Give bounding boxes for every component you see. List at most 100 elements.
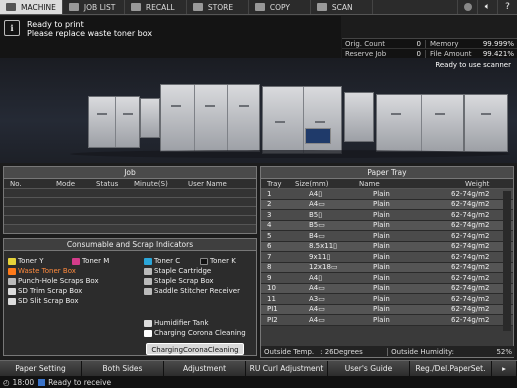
charging-corona-cleaning-button[interactable]: ChargingCoronaCleaning — [146, 343, 244, 355]
tray-row[interactable]: 8 12x18▭ Plain 62-74g/m2 — [261, 262, 513, 273]
tray-row[interactable]: PI1 A4▭ Plain 62-74g/m2 — [261, 304, 513, 315]
paper-tray-panel: Paper Tray Tray Size(mm) Name Weight 1 A4… — [260, 166, 515, 358]
unit-engine — [160, 84, 260, 152]
tray-size: 9x11▯ — [309, 252, 331, 261]
tray-row[interactable]: 6 8.5x11▯ Plain 62-74g/m2 — [261, 241, 513, 252]
reserve-job-label: Reserve Job — [345, 49, 387, 58]
tray-size: 8.5x11▯ — [309, 242, 338, 251]
tray-paper-name: Plain — [373, 242, 390, 251]
punch-icon — [8, 277, 16, 285]
tray-scrollbar[interactable] — [503, 191, 511, 331]
tab-copy[interactable]: COPY — [249, 0, 311, 14]
tray-weight: 62-74g/m2 — [451, 284, 490, 293]
job-table-header: No. Mode Status Minute(S) User Name — [4, 179, 256, 189]
outside-humidity-label: Outside Humidity: — [387, 347, 457, 356]
tab-store[interactable]: STORE — [187, 0, 249, 14]
next-page-button[interactable]: ▸ — [492, 361, 517, 376]
scanner-status: Ready to use scanner — [435, 61, 511, 69]
tray-row[interactable]: 5 B4▭ Plain 62-74g/m2 — [261, 231, 513, 242]
speaker-icon: 🔈︎ — [484, 2, 491, 12]
staple-icon — [144, 267, 152, 275]
tray-weight: 62-74g/m2 — [451, 242, 490, 251]
tray-row[interactable]: 2 A4▭ Plain 62-74g/m2 — [261, 199, 513, 210]
top-tab-bar: MACHINE JOB LIST RECALL STORE COPY SCAN … — [0, 0, 517, 15]
tray-number: 8 — [267, 263, 272, 272]
job-col-minute: Minute(S) — [134, 179, 168, 188]
outside-temp-label: Outside Temp. — [264, 347, 315, 356]
job-row[interactable] — [4, 216, 256, 225]
toner-m: Toner M — [72, 257, 109, 265]
outside-temp-value: : 26Degrees — [320, 347, 363, 356]
machine-icon — [6, 3, 16, 11]
tray-weight: 62-74g/m2 — [451, 263, 490, 272]
machine-illustration[interactable] — [0, 58, 517, 163]
tray-row[interactable]: 9 A4▯ Plain 62-74g/m2 — [261, 273, 513, 284]
saddle-stitcher-receiver: Saddle Stitcher Receiver — [144, 287, 240, 295]
consumables-title: Consumable and Scrap Indicators — [4, 239, 256, 251]
tray-row[interactable]: 11 A3▭ Plain 62-74g/m2 — [261, 294, 513, 305]
tray-row[interactable]: 10 A4▭ Plain 62-74g/m2 — [261, 283, 513, 294]
tab-scan[interactable]: SCAN — [311, 0, 373, 14]
tray-row[interactable]: 7 9x11▯ Plain 62-74g/m2 — [261, 252, 513, 263]
humidifier-tank: Humidifier Tank — [144, 319, 209, 327]
status-text: Ready to receive — [48, 377, 112, 387]
tray-weight: 62-74g/m2 — [451, 305, 490, 314]
adjustment-button[interactable]: Adjustment — [164, 361, 246, 376]
toner-k: Toner K — [200, 257, 236, 265]
job-row[interactable] — [4, 207, 256, 216]
tray-weight: 62-74g/m2 — [451, 315, 490, 324]
corona-icon — [144, 329, 152, 337]
tray-paper-name: Plain — [373, 315, 390, 324]
tray-paper-name: Plain — [373, 221, 390, 230]
users-guide-button[interactable]: User's Guide — [328, 361, 410, 376]
tray-number: 7 — [267, 252, 272, 261]
charging-corona-cleaning: Charging Corona Cleaning — [144, 329, 246, 337]
staple-cartridge: Staple Cartridge — [144, 267, 211, 275]
tab-recall[interactable]: RECALL — [125, 0, 187, 14]
tray-paper-name: Plain — [373, 231, 390, 240]
tray-size: A3▭ — [309, 294, 325, 303]
tray-number: 3 — [267, 210, 272, 219]
bottom-button-bar: Paper Setting Both Sides Adjustment RU C… — [0, 360, 517, 376]
file-amount-value: 99.421% — [482, 49, 514, 58]
tray-number: PI2 — [267, 315, 278, 324]
power-save-button[interactable] — [457, 0, 477, 14]
tray-size: B5▭ — [309, 221, 325, 230]
job-row[interactable] — [4, 198, 256, 207]
reg-del-paperset-button[interactable]: Reg./Del.PaperSet. — [410, 361, 492, 376]
tray-size: A4▭ — [309, 305, 325, 314]
job-col-status: Status — [96, 179, 119, 188]
tray-number: PI1 — [267, 305, 278, 314]
tray-number: 2 — [267, 200, 272, 209]
tray-row[interactable]: 4 B5▭ Plain 62-74g/m2 — [261, 220, 513, 231]
tray-size: A4▯ — [309, 273, 323, 282]
job-row[interactable] — [4, 189, 256, 198]
volume-button[interactable]: 🔈︎ — [477, 0, 497, 14]
tray-row[interactable]: 3 B5▯ Plain 62-74g/m2 — [261, 210, 513, 221]
tray-weight: 62-74g/m2 — [451, 294, 490, 303]
status-time: 18:00 — [12, 377, 35, 387]
tray-row[interactable]: PI2 A4▭ Plain 62-74g/m2 — [261, 315, 513, 326]
tray-size: B5▯ — [309, 210, 323, 219]
tray-row[interactable]: 1 A4▯ Plain 62-74g/m2 — [261, 189, 513, 200]
store-icon — [192, 3, 203, 11]
tab-job-list[interactable]: JOB LIST — [63, 0, 125, 14]
both-sides-button[interactable]: Both Sides — [82, 361, 164, 376]
clock-icon: ◴ — [3, 377, 10, 387]
help-button[interactable]: ? — [497, 0, 517, 14]
consumables-panel: Consumable and Scrap Indicators Toner Y … — [3, 238, 257, 356]
tray-number: 5 — [267, 231, 272, 240]
tray-weight: 62-74g/m2 — [451, 252, 490, 261]
job-col-no: No. — [10, 179, 22, 188]
tray-size: 12x18▭ — [309, 263, 338, 272]
tray-size: A4▯ — [309, 189, 323, 198]
tab-machine[interactable]: MACHINE — [0, 0, 63, 14]
message-line-1: Ready to print — [27, 20, 84, 29]
memory-value: 99.999% — [482, 39, 514, 48]
tray-number: 9 — [267, 273, 272, 282]
tray-number: 11 — [267, 294, 276, 303]
ru-curl-adjustment-button[interactable]: RU Curl Adjustment — [246, 361, 328, 376]
paper-setting-button[interactable]: Paper Setting — [0, 361, 82, 376]
file-amount-label: File Amount — [430, 49, 472, 58]
tray-paper-name: Plain — [373, 252, 390, 261]
